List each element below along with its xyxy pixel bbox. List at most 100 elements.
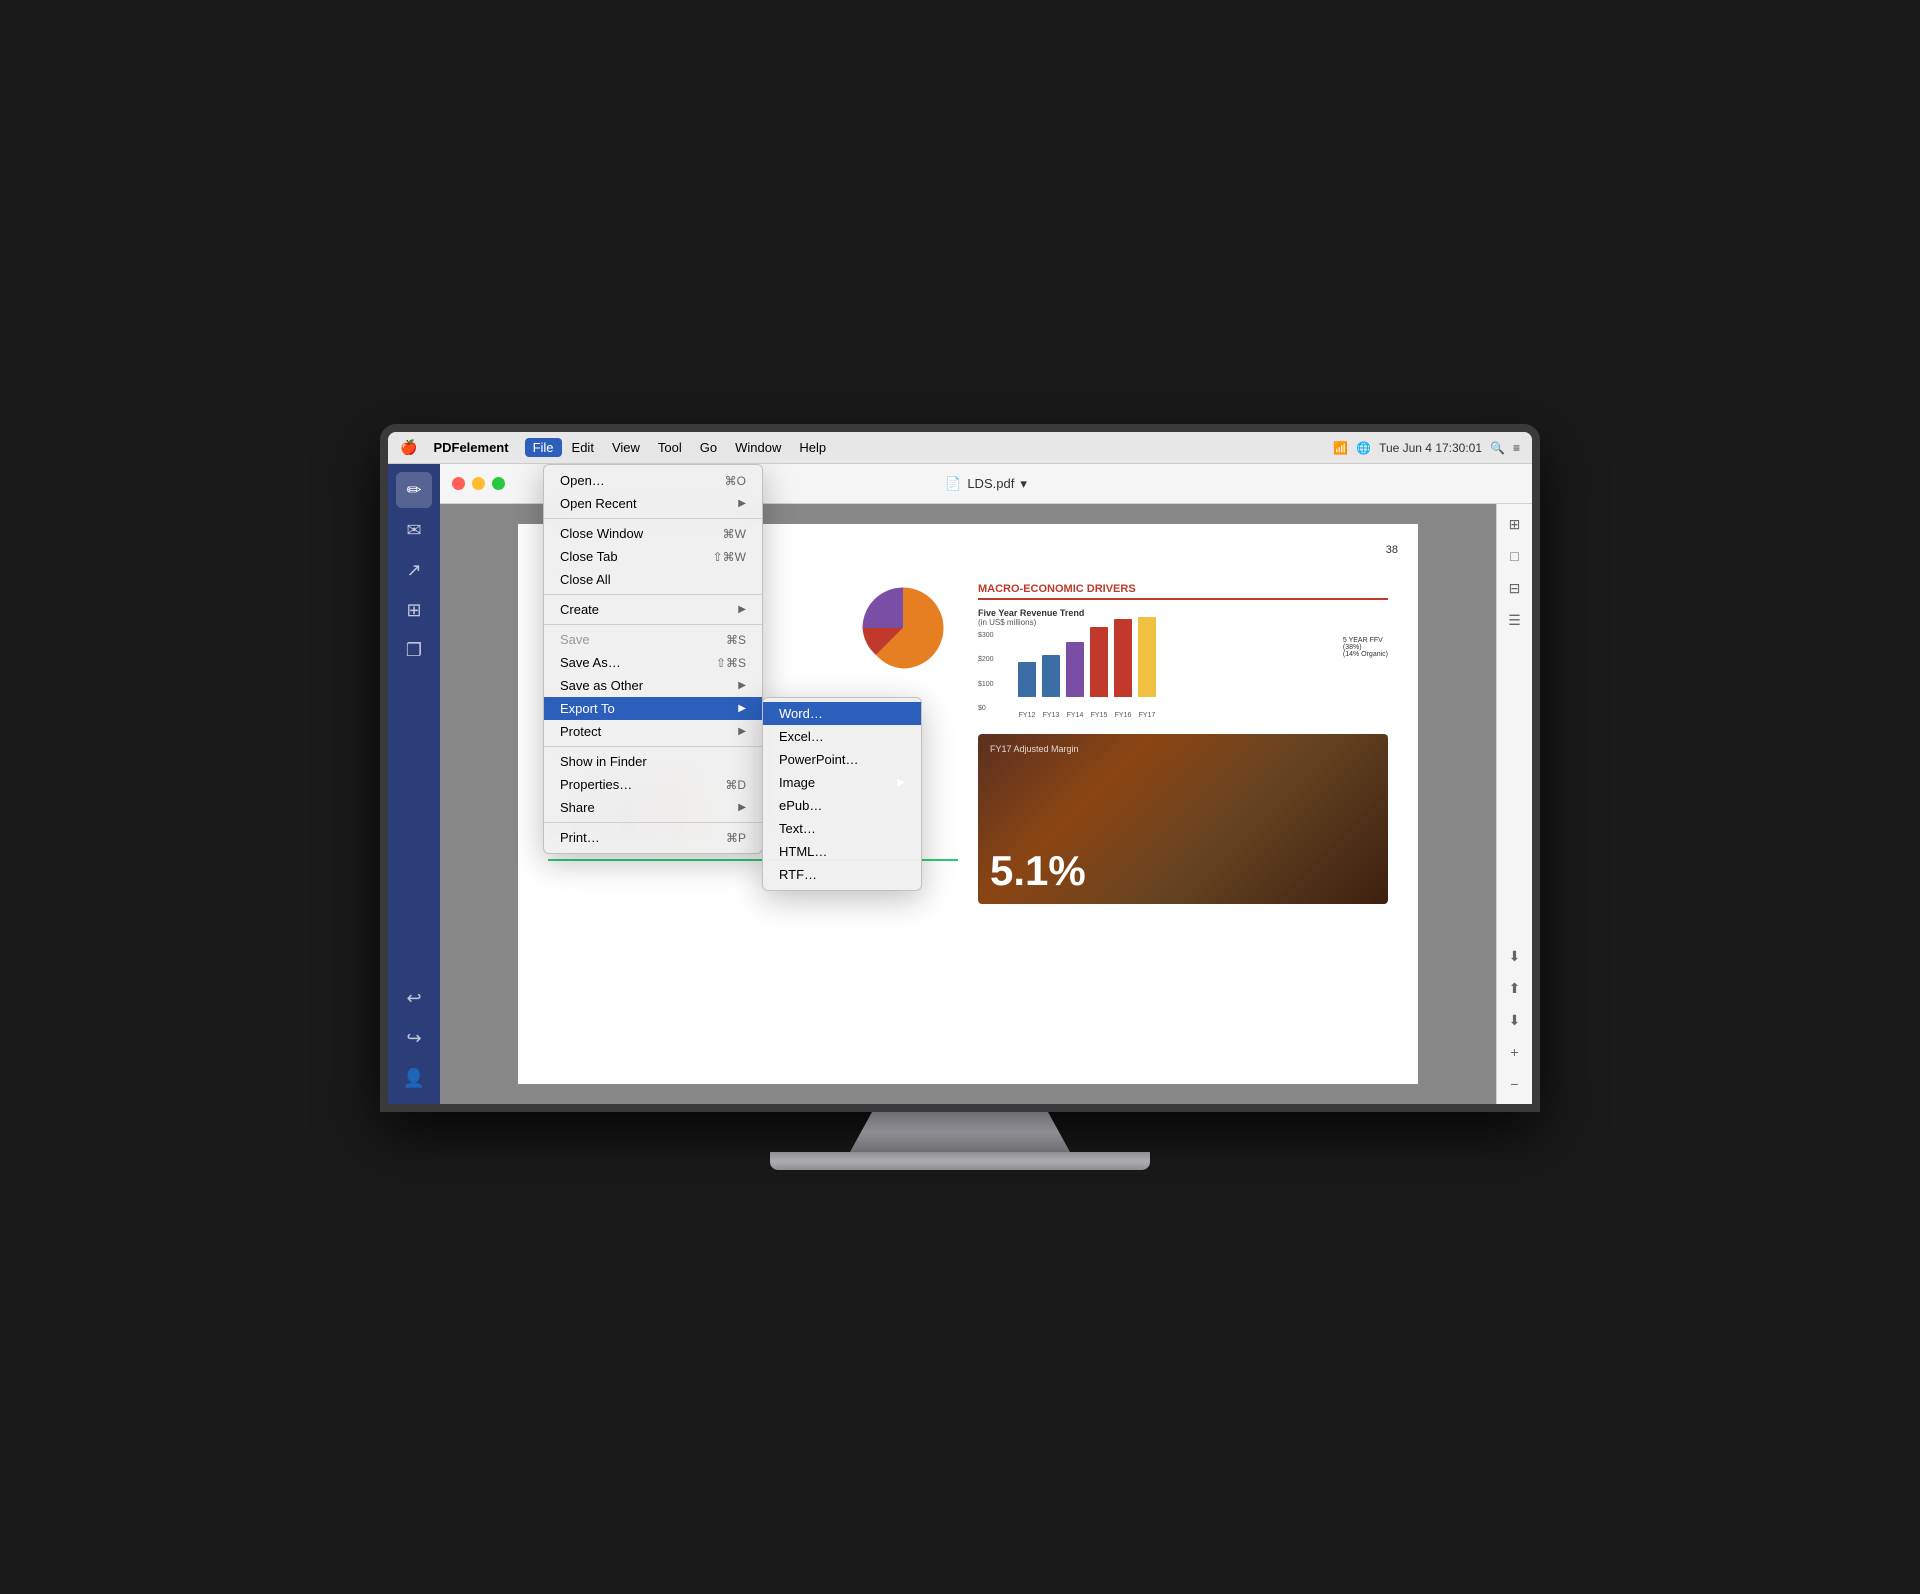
revenue-chart-wrapper: $300 $200 $100 $0 [978, 632, 1388, 719]
submenu-epub[interactable]: ePub… [763, 794, 921, 817]
menu-go[interactable]: Go [692, 438, 725, 457]
save-as-label: Save As… [560, 655, 621, 670]
menu-save[interactable]: Save ⌘S [544, 628, 762, 651]
word-label: Word… [779, 706, 823, 721]
panel-image-icon[interactable]: ⬇ [1503, 1008, 1527, 1032]
panel-upload-icon[interactable]: ⬆ [1503, 976, 1527, 1000]
excel-label: Excel… [779, 729, 824, 744]
save-as-other-arrow: ▶ [738, 680, 746, 691]
panel-minus-icon[interactable]: − [1503, 1072, 1527, 1096]
sidebar: ✏ ✉ ↗ ⊞ ❐ ↩ ↪ 👤 [388, 464, 440, 1104]
menu-show-finder[interactable]: Show in Finder [544, 750, 762, 773]
menu-close-all[interactable]: Close All [544, 568, 762, 591]
save-as-other-label: Save as Other [560, 678, 643, 693]
menu-close-window[interactable]: Close Window ⌘W [544, 522, 762, 545]
rev-bar-fy13 [1042, 655, 1060, 697]
wifi-icon: 📶 [1333, 441, 1348, 455]
rev-bar-fy15 [1090, 627, 1108, 697]
menu-print[interactable]: Print… ⌘P [544, 826, 762, 849]
chevron-down-icon[interactable]: ▾ [1020, 476, 1027, 492]
revenue-x-labels: FY12 FY13 FY14 FY15 FY16 FY17 [1018, 712, 1388, 719]
submenu-word[interactable]: Word… [763, 702, 921, 725]
revenue-title: Five Year Revenue Trend [978, 608, 1388, 618]
sidebar-icon-undo[interactable]: ↩ [396, 980, 432, 1016]
sidebar-icon-redo[interactable]: ↪ [396, 1020, 432, 1056]
minimize-button[interactable] [472, 477, 485, 490]
monitor-screen: 🍎 PDFelement File Edit View Tool Go Wind… [380, 424, 1540, 1112]
rev-bar-fy17 [1138, 617, 1156, 697]
menu-edit[interactable]: Edit [564, 438, 602, 457]
properties-shortcut: ⌘D [725, 778, 746, 792]
sidebar-icon-user[interactable]: 👤 [396, 1060, 432, 1096]
fy17-label: FY17 Adjusted Margin [990, 744, 1079, 754]
sep-3 [544, 624, 762, 625]
menu-export-to[interactable]: Export To ▶ Word… Excel… PowerPoint… [544, 697, 762, 720]
menu-protect[interactable]: Protect ▶ [544, 720, 762, 743]
menu-file[interactable]: File [525, 438, 562, 457]
menu-window[interactable]: Window [727, 438, 789, 457]
menu-share[interactable]: Share ▶ [544, 796, 762, 819]
panel-add-icon[interactable]: + [1503, 1040, 1527, 1064]
menu-save-as-other[interactable]: Save as Other ▶ [544, 674, 762, 697]
sidebar-icon-bookmark[interactable]: ❐ [396, 632, 432, 668]
submenu-text[interactable]: Text… [763, 817, 921, 840]
save-as-shortcut: ⇧⌘S [716, 656, 746, 670]
export-to-arrow: ▶ [738, 703, 746, 714]
export-submenu[interactable]: Word… Excel… PowerPoint… Image ▶ [762, 697, 922, 891]
panel-page-icon[interactable]: □ [1503, 544, 1527, 568]
open-shortcut: ⌘O [725, 474, 746, 488]
menu-open-recent[interactable]: Open Recent ▶ [544, 492, 762, 515]
share-arrow: ▶ [738, 802, 746, 813]
submenu-excel[interactable]: Excel… [763, 725, 921, 748]
apple-logo-icon[interactable]: 🍎 [400, 439, 417, 456]
submenu-html[interactable]: HTML… [763, 840, 921, 863]
submenu-rtf[interactable]: RTF… [763, 863, 921, 886]
revenue-bars [1018, 632, 1388, 712]
menu-properties[interactable]: Properties… ⌘D [544, 773, 762, 796]
sidebar-icon-mail[interactable]: ✉ [396, 512, 432, 548]
submenu-powerpoint[interactable]: PowerPoint… [763, 748, 921, 771]
file-menu-dropdown[interactable]: Open… ⌘O Open Recent ▶ Close Window ⌘W C… [543, 464, 763, 854]
sep-5 [544, 822, 762, 823]
sidebar-icon-pen[interactable]: ✏ [396, 472, 432, 508]
menu-tool[interactable]: Tool [650, 438, 690, 457]
export-to-label: Export To [560, 701, 615, 716]
search-icon[interactable]: 🔍 [1490, 441, 1505, 455]
doc-title: 📄 LDS.pdf ▾ [945, 476, 1027, 492]
menu-save-as[interactable]: Save As… ⇧⌘S [544, 651, 762, 674]
close-button[interactable] [452, 477, 465, 490]
fy17-percent: 5.1% [990, 850, 1376, 892]
create-arrow: ▶ [738, 604, 746, 615]
protect-arrow: ▶ [738, 726, 746, 737]
sidebar-icon-layers[interactable]: ⊞ [396, 592, 432, 628]
panel-bookmark-icon[interactable]: ⊟ [1503, 576, 1527, 600]
menu-open[interactable]: Open… ⌘O [544, 469, 762, 492]
open-recent-label: Open Recent [560, 496, 637, 511]
create-label: Create [560, 602, 599, 617]
save-shortcut: ⌘S [726, 633, 746, 647]
rev-bar-fy14 [1066, 642, 1084, 697]
traffic-lights [452, 477, 505, 490]
maximize-button[interactable] [492, 477, 505, 490]
menu-view[interactable]: View [604, 438, 648, 457]
menu-close-tab[interactable]: Close Tab ⇧⌘W [544, 545, 762, 568]
close-window-shortcut: ⌘W [723, 527, 746, 541]
list-icon[interactable]: ≡ [1513, 441, 1520, 455]
menubar: 🍎 PDFelement File Edit View Tool Go Wind… [388, 432, 1532, 464]
open-recent-arrow: ▶ [738, 498, 746, 509]
panel-grid-icon[interactable]: ⊞ [1503, 512, 1527, 536]
show-finder-label: Show in Finder [560, 754, 647, 769]
panel-download-icon[interactable]: ⬇ [1503, 944, 1527, 968]
submenu-image[interactable]: Image ▶ [763, 771, 921, 794]
sep-4 [544, 746, 762, 747]
share-label: Share [560, 800, 595, 815]
text-label: Text… [779, 821, 816, 836]
sidebar-icon-share[interactable]: ↗ [396, 552, 432, 588]
panel-lines-icon[interactable]: ☰ [1503, 608, 1527, 632]
menu-help[interactable]: Help [791, 438, 834, 457]
rev-bar-fy12 [1018, 662, 1036, 697]
close-all-label: Close All [560, 572, 611, 587]
macos-desktop: 🍎 PDFelement File Edit View Tool Go Wind… [388, 432, 1532, 1104]
macro-section: MACRO-ECONOMIC DRIVERS Five Year Revenue… [978, 583, 1388, 719]
menu-create[interactable]: Create ▶ [544, 598, 762, 621]
